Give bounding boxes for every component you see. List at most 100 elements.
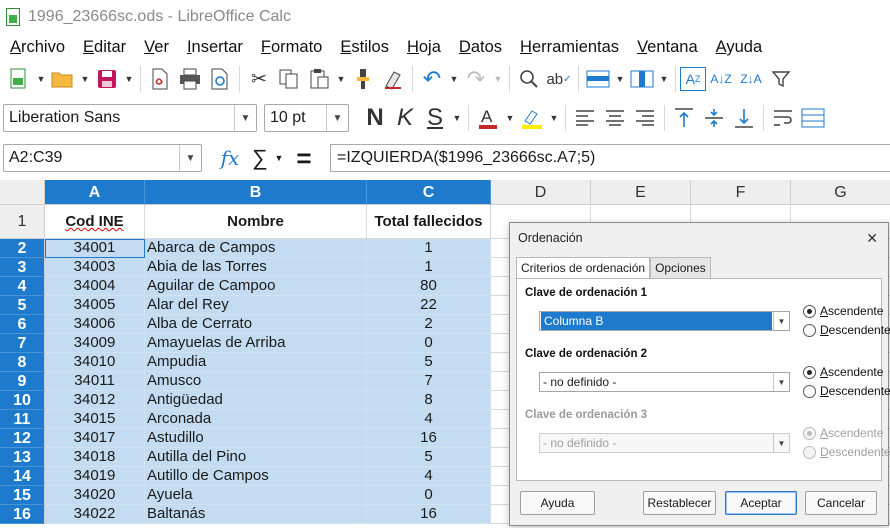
align-top-icon[interactable] [669,103,699,133]
sum-dropdown-icon[interactable]: ▼ [272,153,286,163]
tab-sort-criteria[interactable]: Criterios de ordenación [516,257,651,279]
column-header-c[interactable]: C [367,180,491,205]
column-header-g[interactable]: G [791,180,890,205]
cell-total-fallecidos[interactable]: 8 [367,391,491,410]
font-name-dropdown-icon[interactable]: ▼ [234,105,256,131]
cell-total-fallecidos[interactable]: 0 [367,334,491,353]
wrap-text-icon[interactable] [768,103,798,133]
save-icon[interactable] [92,64,122,94]
undo-dropdown-icon[interactable]: ▼ [447,64,461,94]
cell-total-fallecidos[interactable]: 2 [367,315,491,334]
menu-datos[interactable]: Datos [449,36,510,58]
column-header-a[interactable]: A [45,180,145,205]
name-box-dropdown-icon[interactable]: ▼ [179,145,201,171]
row-icon[interactable] [583,64,613,94]
underline-button[interactable]: S [420,103,450,133]
open-dropdown-icon[interactable]: ▼ [78,64,92,94]
new-document-icon[interactable] [4,64,34,94]
print-icon[interactable] [175,64,205,94]
row-header[interactable]: 10 [0,391,45,410]
font-size-dropdown-icon[interactable]: ▼ [326,105,348,131]
row-header[interactable]: 11 [0,410,45,429]
row-header-1[interactable]: 1 [0,205,45,239]
save-dropdown-icon[interactable]: ▼ [122,64,136,94]
find-replace-icon[interactable] [514,64,544,94]
sort-key-2-ascending-radio[interactable]: Ascendente [803,365,883,379]
cell-cod-ine[interactable]: 34015 [45,410,145,429]
row-header[interactable]: 7 [0,334,45,353]
sort-key-2-descending-radio[interactable]: Descendente [803,384,890,398]
menu-ventana[interactable]: Ventana [627,36,706,58]
autofilter-icon[interactable] [766,64,796,94]
cell-cod-ine[interactable]: 34003 [45,258,145,277]
sort-icon[interactable]: AZ [680,67,706,91]
cell-cod-ine[interactable]: 34010 [45,353,145,372]
cell-nombre[interactable]: Ampudia [145,353,367,372]
menu-archivo[interactable]: Archivo [0,36,73,58]
name-box[interactable]: A2:C39 ▼ [3,144,202,172]
tab-options[interactable]: Opciones [650,257,711,279]
cell-cod-ine[interactable]: 34012 [45,391,145,410]
cell-nombre[interactable]: Astudillo [145,429,367,448]
cell-cod-ine[interactable]: 34017 [45,429,145,448]
column-header-d[interactable]: D [491,180,591,205]
clear-formatting-icon[interactable] [378,64,408,94]
row-header[interactable]: 5 [0,296,45,315]
cell-nombre[interactable]: Autilla del Pino [145,448,367,467]
paste-dropdown-icon[interactable]: ▼ [334,64,348,94]
sort-key-1-ascending-radio[interactable]: Ascendente [803,304,883,318]
menu-herramientas[interactable]: Herramientas [510,36,627,58]
row-header[interactable]: 6 [0,315,45,334]
cell-total-fallecidos[interactable]: 1 [367,239,491,258]
sort-key-2-select[interactable]: - no definido - ▼ [539,372,790,392]
cell-total-fallecidos[interactable]: 16 [367,429,491,448]
italic-button[interactable]: K [390,103,420,133]
align-bottom-icon[interactable] [729,103,759,133]
cell-nombre[interactable]: Amusco [145,372,367,391]
cell-cod-ine[interactable]: 34009 [45,334,145,353]
sort-key-1-dropdown-icon[interactable]: ▼ [773,312,789,330]
cell-nombre[interactable]: Abarca de Campos [145,239,367,258]
ok-button[interactable]: Aceptar [725,491,797,515]
column-header-b[interactable]: B [145,180,367,205]
cell-total-fallecidos[interactable]: 16 [367,505,491,524]
column-header-f[interactable]: F [691,180,791,205]
open-folder-icon[interactable] [48,64,78,94]
cell-nombre[interactable]: Baltanás [145,505,367,524]
cell-cod-ine[interactable]: 34022 [45,505,145,524]
select-all-corner[interactable] [0,180,45,205]
cancel-button[interactable]: Cancelar [805,491,877,515]
undo-icon[interactable]: ↶ [417,64,447,94]
row-header[interactable]: 3 [0,258,45,277]
menu-formato[interactable]: Formato [251,36,330,58]
header-cell-nombre[interactable]: Nombre [145,205,367,239]
cell-nombre[interactable]: Antigüedad [145,391,367,410]
cell-cod-ine[interactable]: 34005 [45,296,145,315]
row-header[interactable]: 12 [0,429,45,448]
cell-total-fallecidos[interactable]: 5 [367,353,491,372]
close-icon[interactable]: ✕ [866,223,878,253]
header-cell-cod-ine[interactable]: Cod INE [45,205,145,239]
redo-icon[interactable]: ↷ [461,64,491,94]
cell-nombre[interactable]: Arconada [145,410,367,429]
clone-formatting-icon[interactable] [348,64,378,94]
spelling-icon[interactable]: ab ✓ [544,64,574,94]
highlight-dropdown-icon[interactable]: ▼ [547,103,561,133]
menu-ayuda[interactable]: Ayuda [706,36,771,58]
sort-key-2-dropdown-icon[interactable]: ▼ [773,373,789,391]
column-header-e[interactable]: E [591,180,691,205]
cell-nombre[interactable]: Ayuela [145,486,367,505]
cell-nombre[interactable]: Alar del Rey [145,296,367,315]
row-dropdown-icon[interactable]: ▼ [613,64,627,94]
cell-total-fallecidos[interactable]: 7 [367,372,491,391]
align-center-icon[interactable] [600,103,630,133]
function-wizard-icon[interactable]: fx [212,146,248,170]
redo-dropdown-icon[interactable]: ▼ [491,64,505,94]
row-header[interactable]: 2 [0,239,45,258]
cell-nombre[interactable]: Abia de las Torres [145,258,367,277]
sort-descending-icon[interactable]: Z↓A [736,64,766,94]
header-cell-total-fallecidos[interactable]: Total fallecidos [367,205,491,239]
font-name-combo[interactable]: Liberation Sans ▼ [3,104,257,132]
cell-nombre[interactable]: Aguilar de Campoo [145,277,367,296]
cut-icon[interactable]: ✂ [244,64,274,94]
